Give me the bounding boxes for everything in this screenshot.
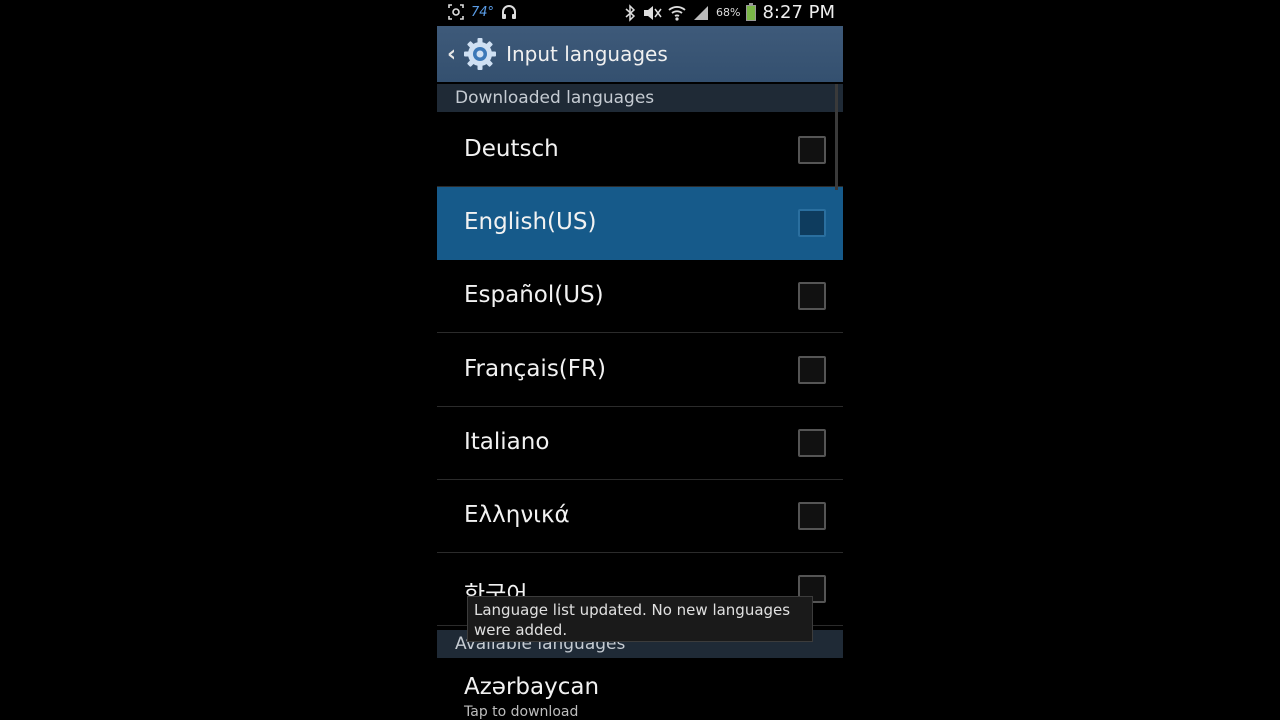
language-item-italiano[interactable]: Italiano: [437, 407, 843, 480]
wifi-icon: [668, 5, 686, 21]
language-item-english-us[interactable]: English(US): [437, 187, 843, 260]
language-item-espanol-us[interactable]: Español(US): [437, 260, 843, 333]
section-header-downloaded: Downloaded languages: [437, 84, 843, 112]
language-label: Azərbaycan: [464, 674, 600, 700]
gear-icon[interactable]: [462, 36, 498, 72]
clock-text: 8:27 PM: [762, 2, 835, 23]
language-label: Ελληνικά: [464, 502, 570, 528]
chevron-left-icon[interactable]: ‹: [447, 42, 456, 67]
language-item-greek[interactable]: Ελληνικά: [437, 480, 843, 553]
language-label: Deutsch: [464, 136, 559, 162]
battery-icon: [746, 2, 757, 21]
language-label: English(US): [464, 209, 597, 235]
language-label: Español(US): [464, 282, 604, 308]
language-checkbox[interactable]: [798, 282, 826, 310]
language-checkbox[interactable]: [798, 356, 826, 384]
scrollbar[interactable]: [835, 84, 838, 190]
bluetooth-icon: [625, 3, 636, 22]
battery-percent-text: 68%: [716, 6, 741, 19]
language-checkbox[interactable]: [798, 502, 826, 530]
language-checkbox[interactable]: [798, 429, 826, 457]
language-checkbox[interactable]: [798, 136, 826, 164]
language-checkbox[interactable]: [798, 209, 826, 237]
language-item-francais-fr[interactable]: Français(FR): [437, 334, 843, 407]
language-item-deutsch[interactable]: Deutsch: [437, 114, 843, 187]
language-item-azerbaycan[interactable]: Azərbaycan Tap to download: [437, 660, 843, 720]
headphones-icon: [502, 5, 517, 19]
mute-icon: [644, 5, 662, 20]
status-bar: 74° 68% 8:27 PM: [437, 0, 843, 26]
action-bar: ‹ Input languages: [437, 26, 843, 82]
temperature-text: 74°: [471, 4, 495, 20]
toast-message: Language list updated. No new languages …: [467, 596, 813, 642]
page-title: Input languages: [506, 42, 668, 66]
screenshot-icon: [448, 4, 464, 20]
language-subtitle: Tap to download: [464, 704, 579, 720]
phone-screen: 74° 68% 8:27 PM ‹ Input languages Downlo…: [437, 0, 843, 720]
signal-icon: [694, 5, 709, 20]
language-label: Français(FR): [464, 356, 606, 382]
language-label: Italiano: [464, 429, 550, 455]
